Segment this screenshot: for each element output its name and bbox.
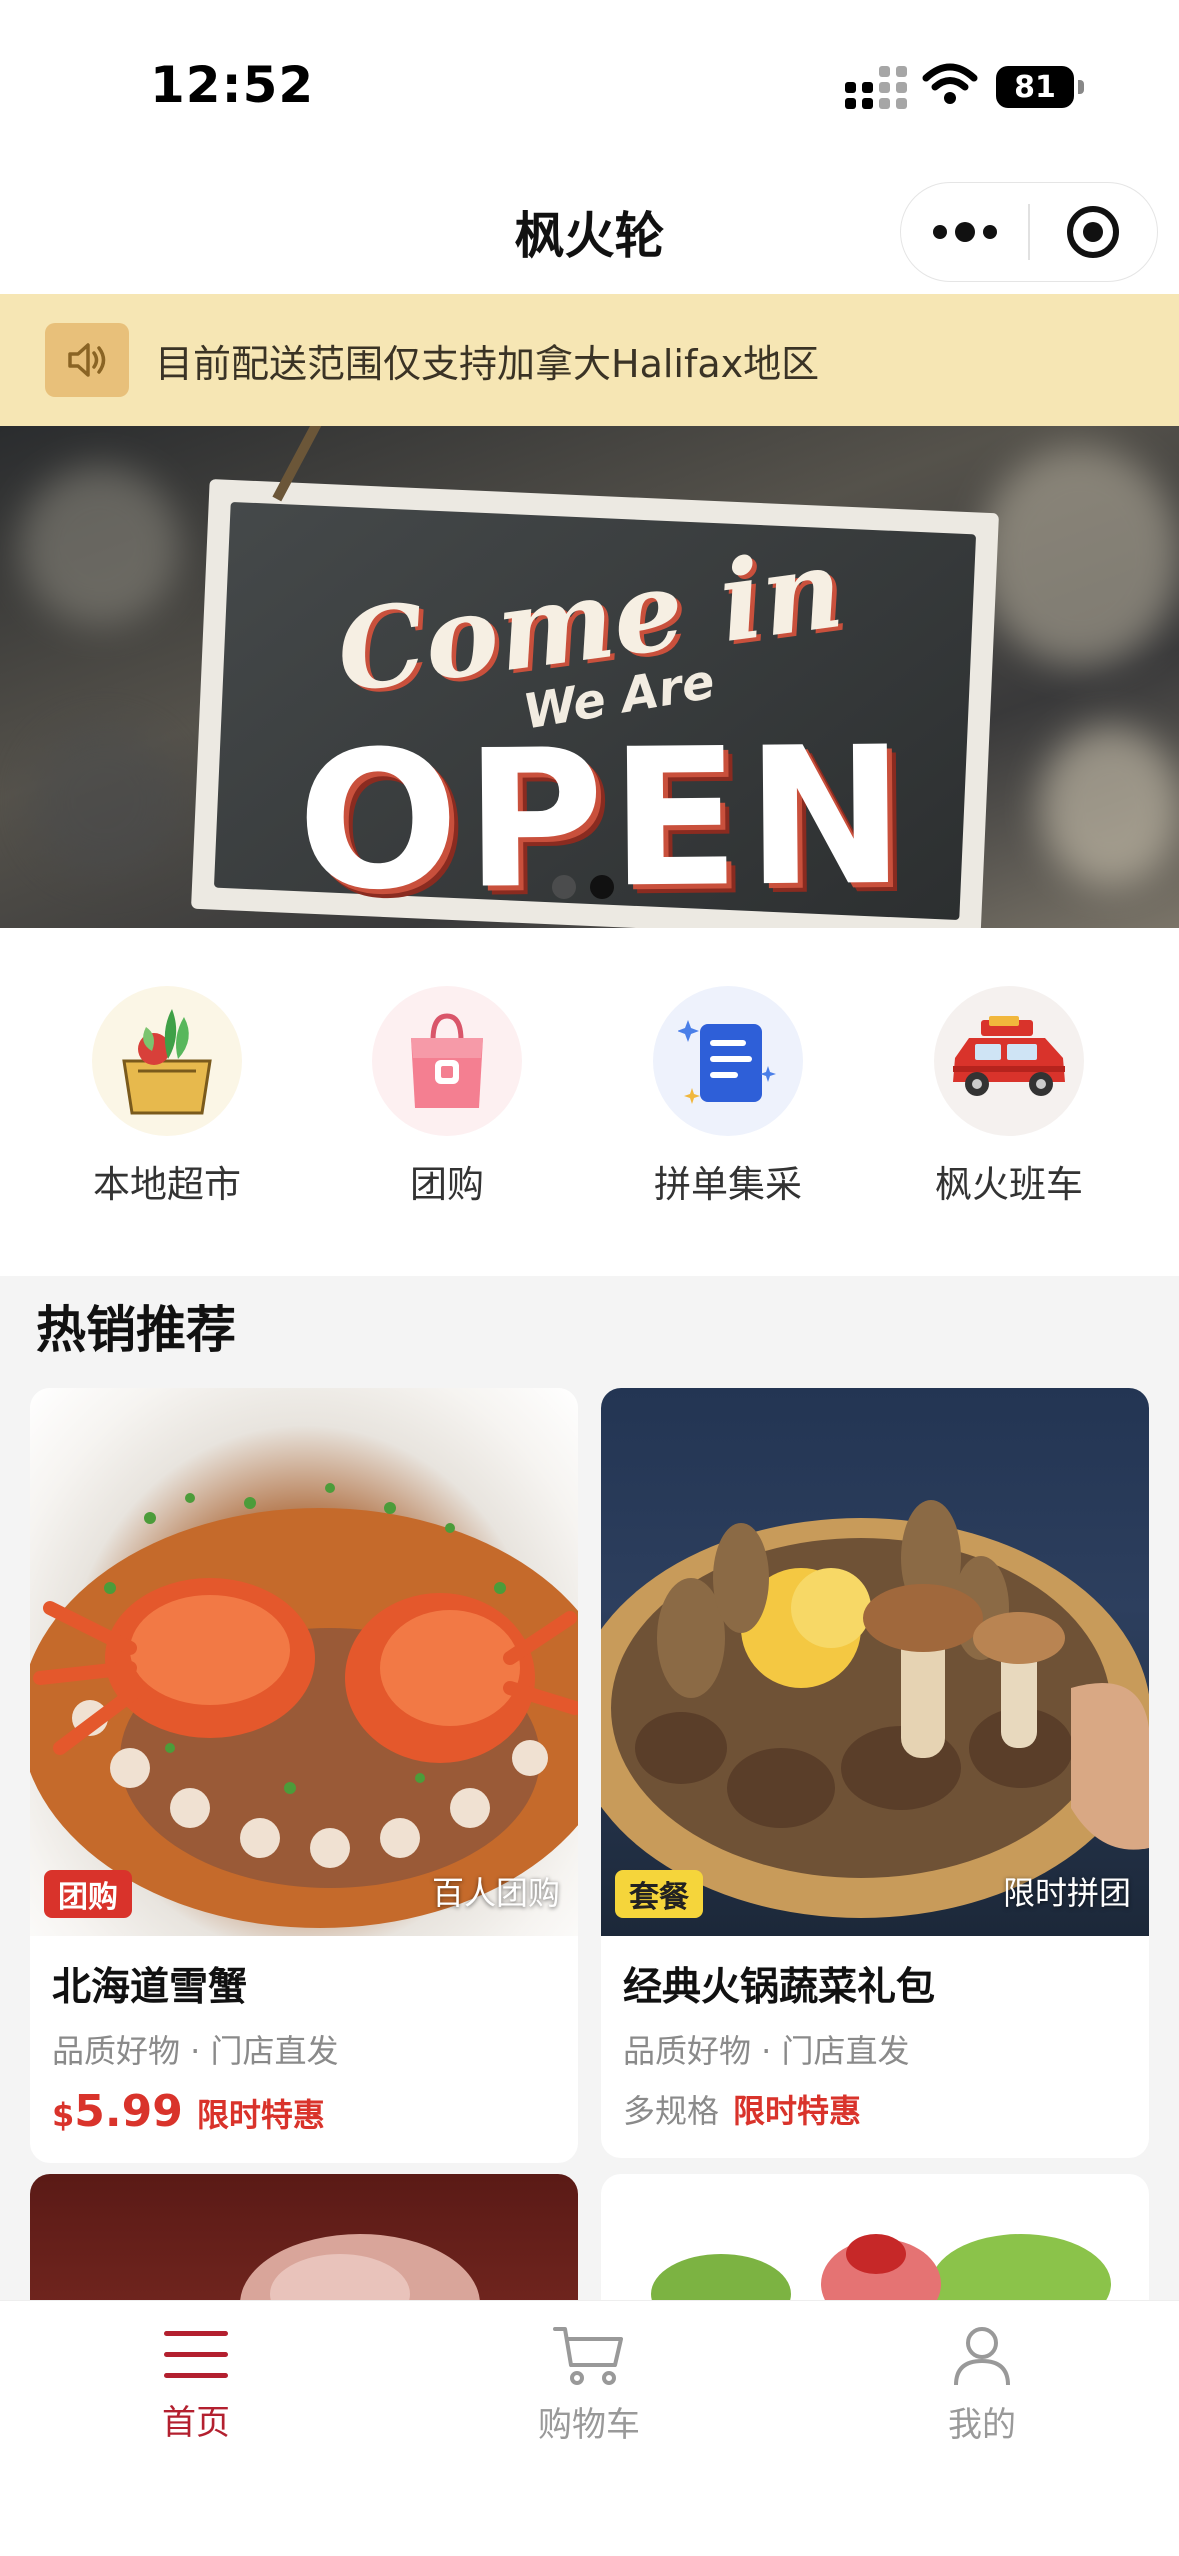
document-icon	[653, 986, 803, 1136]
product-card[interactable]	[30, 2174, 578, 2300]
category-label: 本地超市	[93, 1163, 241, 1206]
miniprogram-capsule	[900, 182, 1158, 282]
more-dot-icon	[954, 222, 975, 242]
product-name: 北海道雪蟹	[52, 1965, 248, 2010]
notice-text: 目前配送范围仅支持加拿大Halifax地区	[155, 341, 820, 386]
more-dot-icon	[932, 225, 947, 239]
tab-home[interactable]: 首页	[76, 2325, 316, 2444]
cellular-signal-icon	[845, 66, 907, 109]
tab-label: 购物车	[538, 2405, 640, 2445]
product-image: 套餐 限时拼团	[601, 1388, 1149, 1936]
product-subtitle: 品质好物 · 门店直发	[52, 2032, 339, 2070]
close-miniprogram-button[interactable]	[1030, 183, 1157, 281]
hot-recommend-section: 热销推荐 团购 百人团购 北海道雪蟹 品质好物 · 门店直发 $5.99 限时特…	[0, 1276, 1179, 2300]
cart-icon	[553, 2327, 623, 2385]
promo-banner[interactable]: Come in We Are OPEN	[0, 426, 1179, 928]
product-name: 经典火锅蔬菜礼包	[623, 1965, 936, 2010]
category-shuttle-bus[interactable]: 枫火班车	[894, 986, 1124, 1208]
shopping-bag-icon	[372, 986, 522, 1136]
product-image-caption: 百人团购	[431, 1874, 560, 1912]
tab-label: 首页	[162, 2403, 230, 2443]
car-icon	[934, 986, 1084, 1136]
battery-level: 81	[1014, 69, 1056, 105]
wifi-icon	[922, 63, 978, 104]
tab-cart[interactable]: 购物车	[469, 2325, 709, 2446]
product-price: $5.99	[52, 2086, 183, 2137]
nav-bar: 枫火轮	[0, 170, 1179, 294]
more-dot-icon	[982, 225, 997, 239]
promo-label: 限时特惠	[733, 2092, 862, 2130]
product-tag: 套餐	[615, 1870, 703, 1918]
status-time: 12:52	[150, 56, 315, 114]
more-options-button[interactable]	[901, 183, 1028, 281]
product-image-caption: 限时拼团	[1002, 1874, 1131, 1912]
user-icon	[954, 2327, 1010, 2386]
category-label: 团购	[410, 1163, 484, 1206]
grocery-bag-icon	[92, 986, 242, 1136]
pagination-dot-active[interactable]	[590, 875, 614, 899]
speaker-icon	[45, 323, 129, 397]
target-icon	[1067, 206, 1120, 258]
notice-bar: 目前配送范围仅支持加拿大Halifax地区	[0, 294, 1179, 426]
product-specs: 多规格	[623, 2092, 720, 2130]
product-tag: 团购	[44, 1870, 132, 1918]
tab-label: 我的	[948, 2405, 1016, 2445]
status-bar: 12:52 81	[0, 0, 1179, 170]
product-card[interactable]: 团购 百人团购 北海道雪蟹 品质好物 · 门店直发 $5.99 限时特惠	[30, 1388, 578, 2163]
battery-indicator: 81	[996, 66, 1084, 108]
category-group-buy[interactable]: 团购	[332, 986, 562, 1208]
product-image: 团购 百人团购	[30, 1388, 578, 1936]
category-row: 本地超市 团购 拼单集采 枫火班车	[0, 928, 1179, 1276]
product-image	[651, 2234, 1111, 2300]
banner-pagination	[552, 875, 614, 899]
price-currency: $	[52, 2096, 75, 2134]
category-label: 枫火班车	[935, 1163, 1083, 1206]
product-card[interactable]: 套餐 限时拼团 经典火锅蔬菜礼包 品质好物 · 门店直发 多规格 限时特惠	[601, 1388, 1149, 2158]
promo-label: 限时特惠	[196, 2096, 325, 2134]
open-sign-image: Come in We Are OPEN	[190, 478, 1000, 928]
category-local-supermarket[interactable]: 本地超市	[52, 986, 282, 1208]
product-image	[240, 2234, 480, 2300]
tab-profile[interactable]: 我的	[862, 2325, 1102, 2446]
product-card[interactable]	[601, 2174, 1149, 2300]
section-title: 热销推荐	[36, 1301, 236, 1359]
product-subtitle: 品质好物 · 门店直发	[623, 2032, 910, 2070]
tab-bar: 首页 购物车 我的	[0, 2300, 1179, 2556]
pagination-dot[interactable]	[552, 875, 576, 899]
category-label: 拼单集采	[654, 1163, 802, 1206]
menu-icon	[164, 2331, 228, 2378]
price-amount: 5.99	[74, 2086, 183, 2137]
category-bulk-purchase[interactable]: 拼单集采	[613, 986, 843, 1208]
